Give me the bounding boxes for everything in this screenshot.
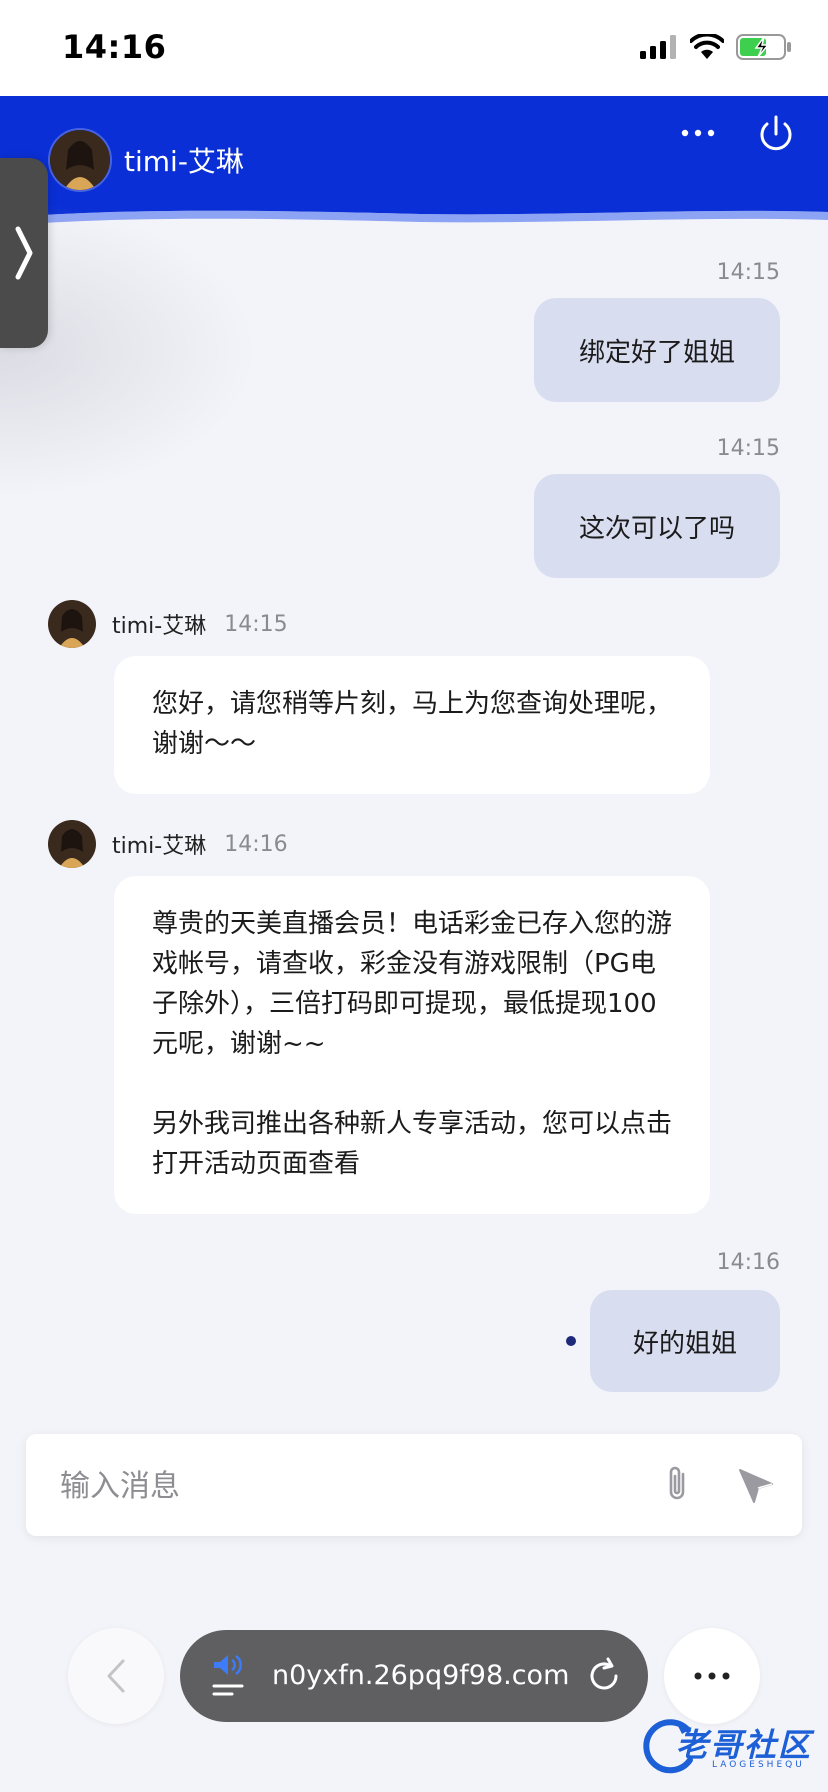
more-horizontal-icon <box>681 129 715 137</box>
send-button[interactable] <box>734 1464 778 1508</box>
agent-name: timi-艾琳 <box>124 145 244 178</box>
reader-audio-button[interactable] <box>210 1650 250 1702</box>
outgoing-message-bubble[interactable]: 这次可以了吗 <box>534 474 780 578</box>
chevron-left-icon <box>107 1659 125 1693</box>
agent-message-header: timi-艾琳 14:15 <box>48 600 288 648</box>
message-time: 14:15 <box>224 611 288 637</box>
message-time: 14:15 <box>716 436 780 461</box>
message-time: 14:16 <box>224 831 288 857</box>
speaker-icon <box>212 1654 244 1696</box>
agent-name: timi-艾琳 <box>112 614 207 639</box>
browser-more-button[interactable] <box>664 1628 760 1724</box>
power-button[interactable] <box>754 112 798 156</box>
url-text: n0yxfn.26pq9f98.com <box>272 1660 570 1691</box>
chevron-right-icon <box>15 226 33 280</box>
side-drawer-handle[interactable] <box>0 158 48 348</box>
agent-avatar[interactable] <box>48 128 112 192</box>
message-time: 14:16 <box>716 1250 780 1275</box>
browser-address-bar[interactable]: n0yxfn.26pq9f98.com <box>180 1630 648 1722</box>
outgoing-message-bubble[interactable]: 好的姐姐 <box>590 1290 780 1392</box>
watermark-logo: 老哥社区 LAOGESHEQU <box>636 1712 816 1782</box>
battery-charging-icon <box>736 34 791 60</box>
message-composer <box>26 1434 802 1538</box>
reload-button[interactable] <box>582 1654 626 1698</box>
attach-button[interactable] <box>656 1464 698 1506</box>
incoming-message-bubble[interactable]: 您好，请您稍等片刻，马上为您查询处理呢，谢谢～～ <box>114 656 710 794</box>
message-input[interactable] <box>58 1434 622 1538</box>
reload-icon <box>590 1657 618 1690</box>
status-bar: 14:16 <box>0 0 828 96</box>
cellular-signal-icon <box>640 35 676 59</box>
unread-status-dot <box>566 1336 576 1346</box>
status-time: 14:16 <box>62 28 167 66</box>
incoming-message-bubble[interactable]: 尊贵的天美直播会员！电话彩金已存入您的游戏帐号，请查收，彩金没有游戏限制（PG电… <box>114 876 710 1214</box>
agent-avatar-small[interactable] <box>48 820 96 868</box>
wifi-icon <box>690 34 724 59</box>
paperclip-icon <box>669 1466 685 1500</box>
more-horizontal-icon <box>694 1672 730 1680</box>
send-icon <box>739 1469 773 1503</box>
agent-message-header: timi-艾琳 14:16 <box>48 820 288 868</box>
message-time: 14:15 <box>716 260 780 285</box>
status-icons <box>640 34 792 60</box>
outgoing-message-bubble[interactable]: 绑定好了姐姐 <box>534 298 780 402</box>
more-options-button[interactable] <box>676 118 720 148</box>
power-icon <box>760 115 792 151</box>
browser-back-button[interactable] <box>68 1628 164 1724</box>
agent-avatar-small[interactable] <box>48 600 96 648</box>
agent-name: timi-艾琳 <box>112 834 207 859</box>
watermark-subtext: LAOGESHEQU <box>712 1760 805 1770</box>
